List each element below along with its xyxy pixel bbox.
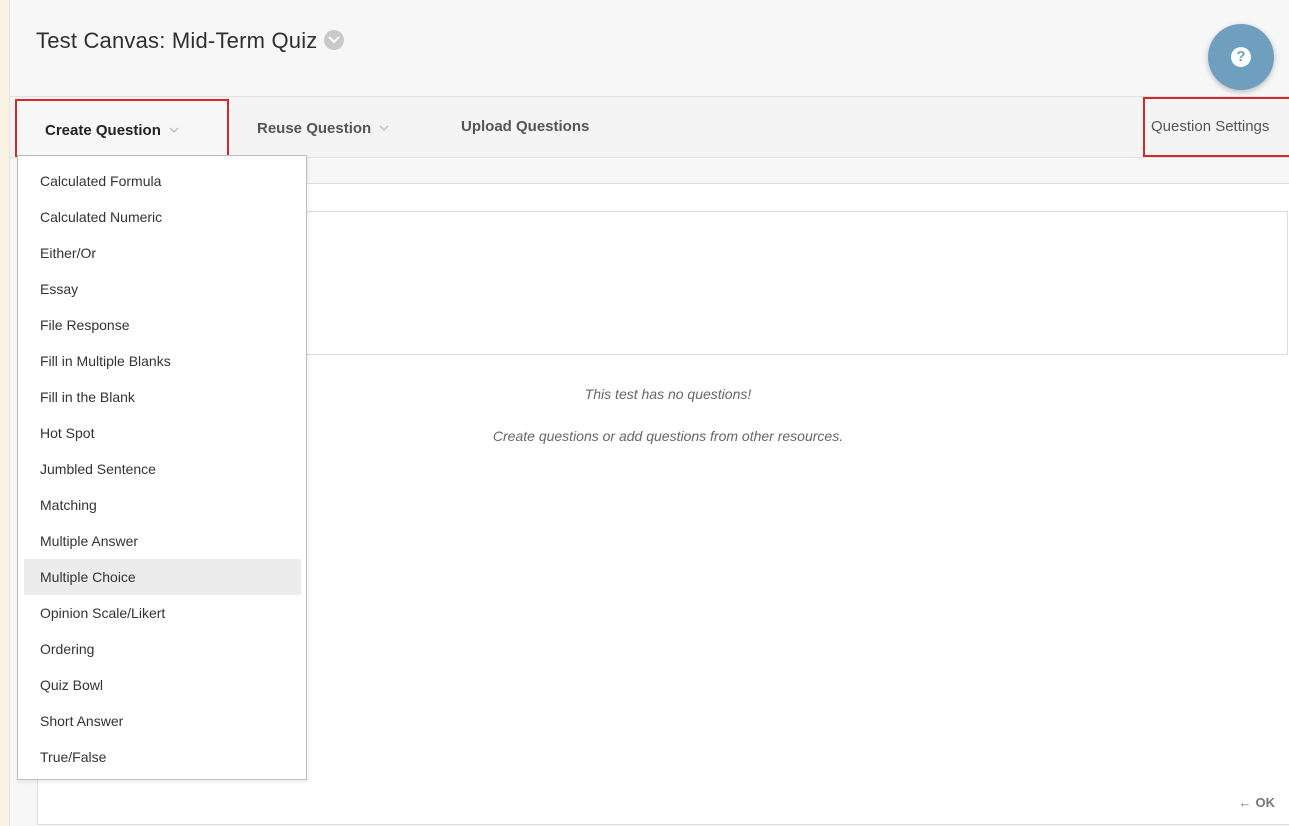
page-title: Test Canvas: Mid-Term Quiz [36, 28, 344, 54]
dropdown-item[interactable]: True/False [24, 739, 301, 775]
upload-questions-button[interactable]: Upload Questions [461, 97, 589, 157]
dropdown-item[interactable]: Matching [24, 487, 301, 523]
chevron-down-icon [379, 97, 389, 157]
dropdown-item[interactable]: Fill in Multiple Blanks [24, 343, 301, 379]
dropdown-item[interactable]: Fill in the Blank [24, 379, 301, 415]
dropdown-item[interactable]: Calculated Formula [24, 163, 301, 199]
page-title-text: Test Canvas: Mid-Term Quiz [36, 28, 318, 53]
question-settings-button[interactable]: Question Settings [1143, 97, 1289, 157]
dropdown-item[interactable]: Ordering [24, 631, 301, 667]
arrow-left-icon: ← [1238, 795, 1252, 810]
create-question-dropdown: Calculated Formula Calculated Numeric Eith… [17, 155, 307, 780]
dropdown-item[interactable]: Hot Spot [24, 415, 301, 451]
reuse-question-label: Reuse Question [257, 120, 372, 137]
dropdown-item[interactable]: Either/Or [24, 235, 301, 271]
test-info-box [288, 211, 1288, 355]
reuse-question-button[interactable]: Reuse Question [257, 97, 389, 157]
dropdown-item[interactable]: Short Answer [24, 703, 301, 739]
dropdown-item[interactable]: Multiple Choice [24, 559, 301, 595]
dropdown-item[interactable]: File Response [24, 307, 301, 343]
ok-label: OK [1255, 795, 1276, 810]
dropdown-item[interactable]: Quiz Bowl [24, 667, 301, 703]
dropdown-item[interactable]: Multiple Answer [24, 523, 301, 559]
dropdown-item[interactable]: Opinion Scale/Likert [24, 595, 301, 631]
page-frame: Test Canvas: Mid-Term Quiz ? Create Ques… [9, 0, 1289, 826]
dropdown-item[interactable]: Jumbled Sentence [24, 451, 301, 487]
empty-state-hint: Create questions or add questions from o… [492, 428, 844, 444]
ok-button[interactable]: ← OK [1239, 795, 1276, 810]
help-icon: ? [1231, 47, 1251, 67]
title-options-chevron-icon[interactable] [323, 30, 344, 50]
toolbar: Create Question Reuse Question Upload Qu… [10, 96, 1289, 158]
create-question-label: Create Question [45, 122, 161, 139]
create-question-button[interactable]: Create Question [15, 99, 229, 157]
empty-state-title: This test has no questions! [584, 386, 752, 402]
help-button[interactable]: ? [1208, 24, 1274, 90]
dropdown-item[interactable]: Essay [24, 271, 301, 307]
chevron-down-icon [169, 101, 179, 157]
dropdown-item[interactable]: Calculated Numeric [24, 199, 301, 235]
